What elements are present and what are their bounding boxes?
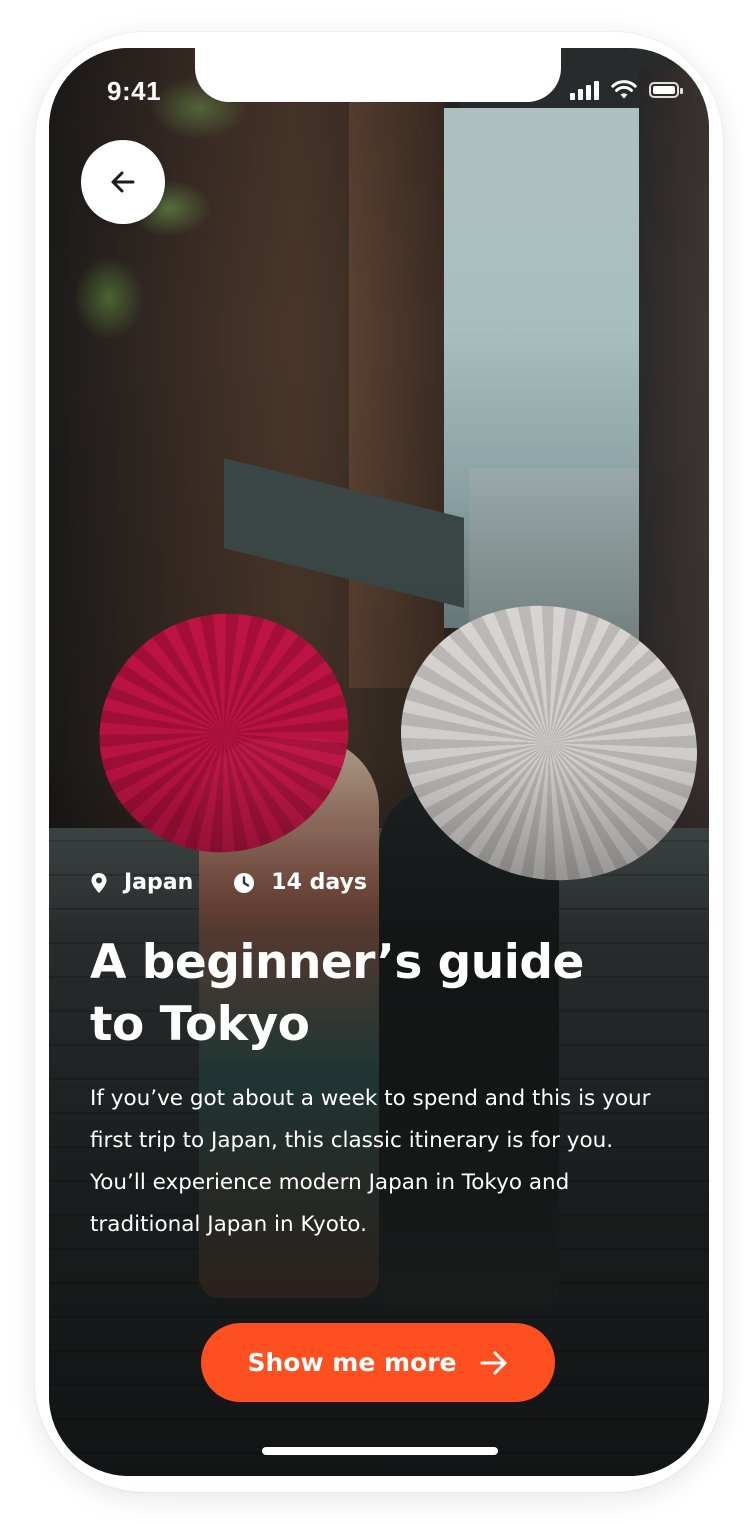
duration-label: 14 days — [271, 870, 367, 895]
wifi-icon — [611, 80, 637, 99]
location-label: Japan — [124, 870, 194, 895]
trip-meta: Japan 14 days — [90, 870, 367, 895]
status-icons — [570, 78, 683, 102]
back-button[interactable] — [81, 140, 165, 224]
battery-icon — [649, 82, 683, 98]
show-more-button[interactable]: Show me more — [201, 1323, 555, 1402]
cellular-signal-icon — [570, 80, 599, 100]
arrow-left-icon — [111, 171, 135, 193]
guide-title: A beginner’s guide to Tokyo — [90, 935, 584, 1052]
status-bar: 9:41 — [49, 48, 709, 138]
map-pin-icon — [91, 872, 107, 893]
location-tag: Japan — [90, 870, 193, 895]
duration-tag: 14 days — [233, 870, 367, 895]
status-time: 9:41 — [107, 76, 162, 106]
screen — [49, 48, 709, 1476]
guide-description: If you’ve got about a week to spend and … — [90, 1086, 651, 1237]
arrow-right-icon — [480, 1351, 506, 1374]
photo-gradient-overlay — [49, 48, 709, 1476]
show-more-label: Show me more — [247, 1348, 457, 1377]
home-indicator[interactable] — [262, 1447, 498, 1455]
clock-icon — [234, 872, 255, 893]
hero-photo — [49, 48, 709, 1476]
